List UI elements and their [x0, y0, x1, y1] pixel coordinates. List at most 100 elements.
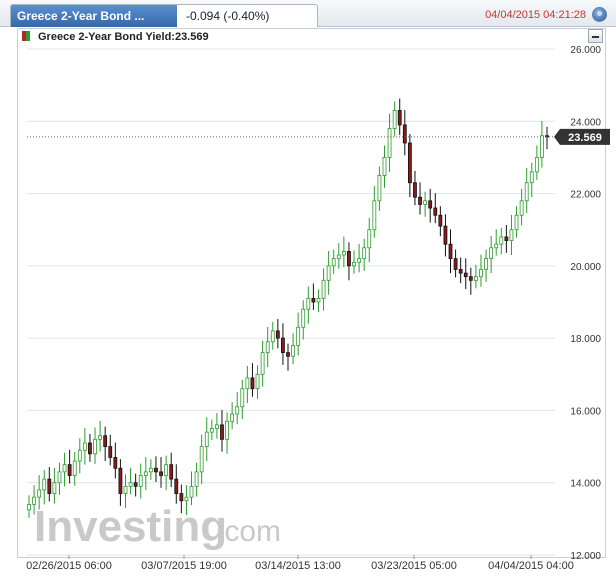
candle-body	[184, 496, 189, 502]
candle-body	[494, 243, 499, 249]
candle-body	[154, 467, 158, 473]
watermark-logo: Investing .com	[34, 502, 281, 551]
candle-body	[296, 326, 301, 346]
candle-body	[245, 377, 250, 390]
candle-body	[453, 258, 458, 270]
candle-body	[260, 352, 265, 375]
candle-body	[174, 478, 179, 494]
candle-body	[448, 243, 453, 260]
candle-body	[255, 373, 260, 390]
candle-body	[402, 124, 407, 144]
candle-body	[52, 482, 57, 494]
candle-body	[484, 258, 488, 270]
candle-body	[27, 503, 31, 511]
candle-body	[57, 471, 62, 484]
price-chart[interactable]: Investing .com 12.000 14.000 16.000 18.000 2…	[0, 0, 616, 582]
candle-body	[143, 471, 148, 476]
candle-body	[519, 200, 524, 216]
candle-body	[352, 261, 356, 267]
candle-body	[423, 200, 428, 205]
candle-body	[367, 229, 372, 249]
x-tick-label: 04/04/2015 04:00	[488, 560, 574, 572]
candle-body	[235, 406, 240, 415]
candle-body	[275, 330, 280, 339]
candle-body	[103, 435, 108, 447]
y-tick-label: 12.000	[570, 551, 601, 562]
candle-body	[133, 482, 138, 487]
candle-body	[357, 258, 361, 263]
candle-body	[362, 247, 367, 260]
candle-body	[199, 446, 204, 473]
candle-body	[128, 482, 133, 487]
candle-body	[347, 250, 351, 267]
y-axis: 12.000 14.000 16.000 18.000 20.000 22.000 24.0…	[570, 45, 601, 562]
candle-body	[413, 182, 417, 198]
candle-body	[438, 214, 443, 227]
candle-body	[138, 475, 143, 487]
candle-body	[489, 247, 494, 260]
candle-body	[468, 276, 473, 281]
candle-body	[62, 464, 67, 473]
candle-body	[189, 485, 194, 498]
candle-body	[311, 297, 316, 303]
x-tick-label: 02/26/2015 06:00	[26, 560, 112, 572]
candle-body	[326, 265, 331, 281]
candle-body	[534, 157, 539, 173]
candle-body	[316, 297, 321, 303]
candle-body	[215, 424, 219, 429]
candle-body	[230, 413, 235, 422]
y-tick-label: 18.000	[570, 334, 601, 345]
y-tick-label: 20.000	[570, 262, 601, 273]
candle-body	[509, 229, 514, 241]
candle-body	[225, 420, 229, 440]
last-value-marker: 23.569	[27, 128, 610, 145]
candle-body	[240, 388, 245, 408]
candle-body	[148, 467, 153, 473]
y-tick-label: 14.000	[570, 479, 601, 490]
candle-body	[194, 471, 199, 487]
candle-body	[270, 330, 275, 343]
candle-body	[407, 142, 412, 184]
candle-body	[443, 225, 448, 245]
candle-body	[301, 308, 306, 328]
candle-body	[98, 435, 102, 440]
candle-body	[474, 276, 478, 281]
candle-body	[382, 157, 387, 176]
candle-body	[291, 344, 295, 357]
watermark-brand: Investing	[34, 502, 227, 551]
watermark-suffix: .com	[216, 515, 281, 548]
y-tick-label: 26.000	[570, 45, 601, 56]
y-tick-label: 24.000	[570, 117, 601, 128]
candle-body	[504, 236, 509, 241]
candle-body	[250, 377, 255, 390]
candle-body	[67, 464, 72, 476]
candle-body	[540, 135, 544, 158]
candle-body	[331, 258, 336, 267]
candle-body	[32, 496, 36, 505]
candle-body	[387, 128, 392, 158]
candle-body	[479, 269, 483, 278]
candle-body	[458, 269, 463, 274]
candle-body	[418, 196, 422, 205]
candle-body	[47, 478, 52, 494]
candle-body	[529, 171, 534, 184]
candle-body	[123, 485, 128, 494]
candle-body	[286, 352, 290, 357]
candle-body	[159, 471, 163, 476]
candle-body	[372, 200, 377, 231]
candle-body	[108, 446, 113, 458]
candle-body	[433, 207, 438, 216]
x-axis: 02/26/2015 06:00 03/07/2015 19:00 03/14/20…	[26, 555, 574, 572]
candle-body	[306, 297, 311, 310]
y-tick-label: 16.000	[570, 406, 601, 417]
candle-body	[118, 467, 123, 494]
candles	[27, 98, 549, 518]
candle-body	[220, 424, 224, 440]
candle-body	[77, 449, 82, 462]
candle-body	[93, 438, 97, 455]
last-value-label: 23.569	[568, 132, 602, 144]
x-tick-label: 03/14/2015 13:00	[255, 560, 341, 572]
candle-body	[281, 337, 285, 353]
candle-body	[341, 250, 346, 256]
candle-body	[499, 236, 504, 245]
